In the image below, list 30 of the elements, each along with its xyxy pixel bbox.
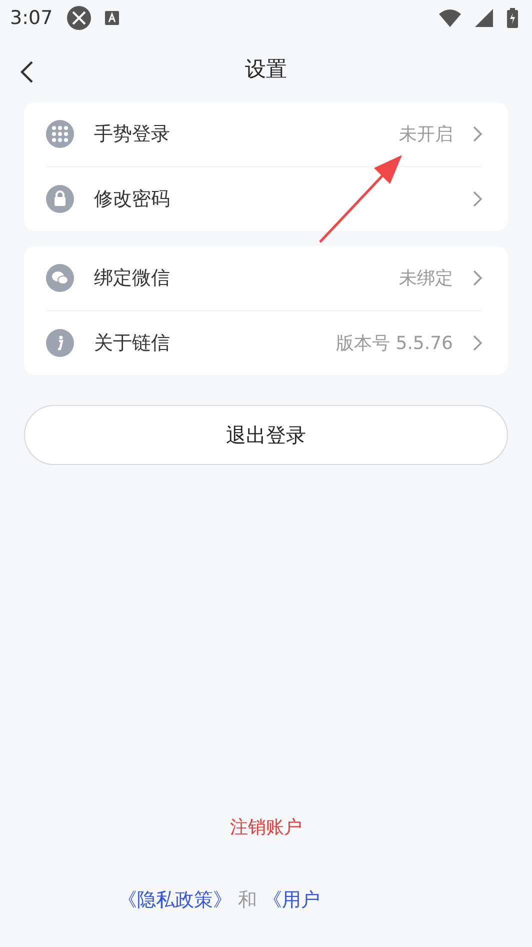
settings-row[interactable]: 绑定微信 未绑定 — [46, 246, 482, 311]
chevron-right-icon — [473, 335, 482, 351]
info-icon — [46, 329, 74, 357]
row-label: 修改密码 — [94, 187, 171, 212]
keypad-icon — [46, 120, 74, 148]
chevron-right-icon — [473, 126, 482, 142]
lock-icon — [46, 185, 74, 213]
conjunction-text: 和 — [238, 888, 257, 913]
settings-row[interactable]: 关于链信 版本号 5.5.76 — [46, 311, 482, 375]
row-label: 绑定微信 — [94, 266, 171, 291]
settings-row[interactable]: 修改密码 — [46, 167, 482, 231]
keyboard-app-icon — [104, 11, 119, 25]
notification-icon — [66, 6, 91, 30]
signal-icon — [475, 9, 493, 27]
row-label: 关于链信 — [94, 331, 171, 356]
chat-bubbles-icon — [46, 264, 74, 292]
row-value: 未开启 — [399, 123, 453, 146]
logout-button[interactable]: 退出登录 — [24, 405, 508, 465]
status-time: 3:07 — [10, 7, 53, 29]
policy-link[interactable]: 《隐私政策》 — [118, 887, 232, 913]
page-title: 设置 — [245, 56, 287, 83]
delete-account-link[interactable]: 注销账户 — [230, 815, 302, 839]
chevron-right-icon — [473, 270, 482, 286]
battery-icon — [507, 8, 518, 28]
wifi-icon — [439, 9, 461, 27]
row-value: 版本号 5.5.76 — [336, 332, 453, 355]
row-value: 未绑定 — [399, 267, 453, 290]
chevron-right-icon — [473, 191, 482, 207]
row-label: 手势登录 — [94, 122, 171, 147]
policy-link[interactable]: 《用户 — [263, 887, 320, 913]
